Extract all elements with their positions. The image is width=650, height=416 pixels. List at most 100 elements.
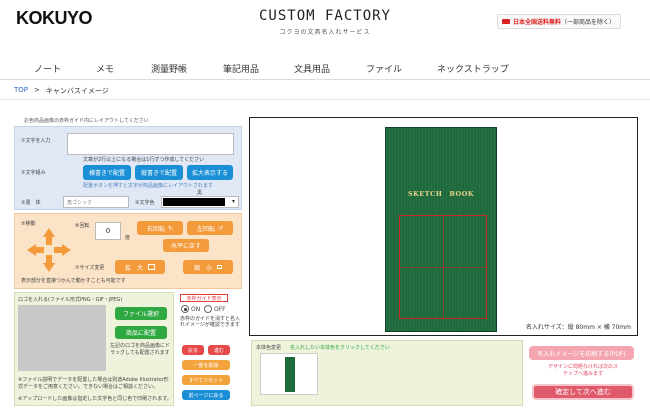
previous-page-button[interactable]: 前ページに戻る (182, 390, 230, 400)
rotate-unit: 度 (125, 235, 131, 241)
guide-hint: 赤枠のガイドを消すと名入れイメージが確認できます (180, 316, 241, 328)
breadcrumb-current: キャンバスイメージ (45, 87, 109, 95)
free-shipping-text: 日本全国送料無料 (513, 19, 562, 26)
next-step-note: デザインに問題なければ次のステップへ進みます (548, 364, 619, 377)
guide-toggle: 赤枠ガイド表示 ON OFF 赤枠のガイドを消すと名入れイメージが確認できます (178, 294, 244, 344)
notebook-thumbnail (285, 357, 295, 392)
guide-title: 赤枠ガイド表示 (180, 294, 228, 302)
rotate-cw-icon: ↻ (167, 224, 174, 232)
guide-off-radio[interactable] (204, 305, 212, 313)
move-arrows (27, 228, 71, 272)
text-panel: ①文字を入力 文章が2行以上になる場合は1行ずつ作成してください ②文字組み 横… (14, 126, 242, 210)
divider (0, 99, 650, 100)
file-select-button[interactable]: ファイル選択 (115, 307, 167, 320)
main-nav: ノート メモ 測量野帳 筆記用品 文具用品 ファイル ネックストラップ (0, 56, 650, 80)
body-color-hint: 名入れしたい本体色をクリックしてください (290, 345, 390, 351)
body-color-title: 本体色変更 (256, 345, 282, 351)
guide-off-label: OFF (214, 306, 226, 313)
drag-hint: 表示部分を直接つかんで動かすことも可能です (21, 278, 126, 284)
reset-all-button[interactable]: すべてリセット (182, 375, 230, 385)
rotate-ccw-icon: ↺ (217, 224, 224, 232)
shrink-icon (217, 265, 222, 269)
breadcrumb-home[interactable]: TOP (14, 86, 28, 96)
guide-on-radio[interactable] (181, 305, 189, 313)
free-shipping-badge[interactable]: 日本全国送料無料 （一部商品を除く） (497, 14, 621, 29)
font-select[interactable]: 角ゴシック (63, 196, 129, 208)
kokuyo-logo[interactable]: KOKUYO (16, 8, 93, 29)
confirm-next-button[interactable]: 確定して次へ進む (532, 384, 634, 400)
redo-button[interactable]: 進む (208, 345, 230, 355)
print-size-label: 名入れサイズ：縦 80mm × 横 70mm (525, 324, 631, 331)
arrow-up-icon[interactable] (43, 228, 55, 237)
font-label: ③書 体 (21, 200, 41, 206)
align-label: ②文字組み (21, 170, 46, 176)
body-color-panel: 本体色変更 名入れしたい本体色をクリックしてください (251, 340, 523, 406)
arrow-right-icon[interactable] (62, 244, 71, 256)
notebook-title: SKETCH BOOK (407, 190, 475, 198)
brand-subtitle: コクヨの文具名入れサービス (279, 29, 371, 36)
arrow-right-stem (54, 247, 62, 253)
vertical-layout-button[interactable]: 縦書きで配置 (135, 165, 183, 180)
rotate-right-label: 右回転 (146, 225, 165, 233)
size-label: ⑦サイズ変更 (75, 265, 105, 271)
print-pdf-button[interactable]: 名入れイメージを印刷する(PDF) (529, 346, 634, 360)
breadcrumb: TOP > キャンバスイメージ (14, 86, 109, 96)
nav-item-field-book[interactable]: 測量野帳 (151, 62, 187, 75)
text-input-note: 文章が2行以上になる場合は1行ずつ作成してください (83, 157, 205, 163)
free-shipping-note: （一部商品を除く） (561, 19, 616, 26)
brand-block[interactable]: CUSTOM FACTORY コクヨの文具名入れサービス (250, 8, 400, 36)
chevron-down-icon: ▾ (231, 198, 235, 205)
text-input[interactable] (67, 133, 234, 155)
color-name: 黒 (197, 190, 203, 196)
shrink-label: 縮 小 (193, 264, 212, 272)
move-label: ⑤移動 (21, 221, 36, 227)
nav-item-neck-strap[interactable]: ネックストラップ (437, 62, 509, 75)
rotate-left-label: 左回転 (196, 225, 215, 233)
rotate-label: ⑥回転 (75, 223, 90, 229)
arrow-up-stem (46, 237, 52, 245)
guide-on-label: ON (191, 306, 201, 313)
logo-panel-title: ロゴを入れる(ファイル形式PNG・GIF・JPEG) (18, 297, 123, 303)
horizontal-layout-button[interactable]: 横書きで配置 (83, 165, 131, 180)
enlarge-label: 拡 大 (124, 264, 143, 272)
rotate-right-button[interactable]: 右回転 ↻ (137, 221, 183, 235)
nav-item-writing[interactable]: 筆記用品 (223, 62, 259, 75)
logo-note-color: ※アップロードした画像は指定した文字色と同じ色で印刷されます。 (18, 396, 172, 402)
nav-item-memo[interactable]: メモ (96, 62, 114, 75)
body-color-option[interactable] (260, 353, 318, 395)
rotate-angle-input[interactable]: 0 (95, 222, 121, 240)
undo-button[interactable]: 戻る (182, 345, 204, 355)
move-panel: ⑤移動 ⑥回転 0 度 右回転 ↻ 左回転 ↺ 水平に戻す ⑦サイズ変更 拡 大 縮… (14, 213, 242, 289)
level-reset-button[interactable]: 水平に戻す (163, 239, 209, 252)
print-area-guide (399, 215, 487, 319)
color-swatch (163, 198, 225, 206)
design-canvas[interactable]: SKETCH BOOK 名入れサイズ：縦 80mm × 横 70mm (249, 117, 638, 336)
truck-icon (502, 19, 510, 24)
arrow-down-icon[interactable] (43, 263, 55, 272)
notebook-preview[interactable]: SKETCH BOOK (385, 127, 497, 332)
brand-title: CUSTOM FACTORY (258, 8, 391, 24)
logo-place-hint: 左記のロゴを商品画像にドラッグしても配置されます (110, 343, 171, 356)
arrow-left-icon[interactable] (27, 244, 36, 256)
nav-item-file[interactable]: ファイル (366, 62, 402, 75)
color-select[interactable]: ▾ (161, 196, 239, 208)
arrow-left-stem (36, 247, 44, 253)
enlarge-button[interactable]: 拡 大 (115, 260, 165, 274)
enlarge-view-button[interactable]: 拡大表示する (187, 165, 233, 180)
color-label: ④文字色 (135, 200, 155, 206)
logo-note-format: ※ファイル説明でデータを配置した場合は別途Adobe Illustrator形式… (18, 377, 169, 390)
align-hint: 配置ボタンを押すと文字が商品画像にレイアウトされます (83, 183, 214, 189)
breadcrumb-separator: > (34, 86, 40, 94)
shrink-button[interactable]: 縮 小 (183, 260, 233, 274)
text-input-label: ①文字を入力 (21, 138, 51, 144)
arrow-down-stem (46, 255, 52, 263)
rotate-left-button[interactable]: 左回転 ↺ (187, 221, 233, 235)
nav-item-stationery[interactable]: 文具用品 (294, 62, 330, 75)
logo-preview[interactable] (18, 305, 106, 371)
guide-center-horizontal (400, 267, 486, 268)
layout-instructions: お色商品画像の赤枠ガイド内にレイアウトしてください (24, 118, 149, 124)
place-logo-button[interactable]: 商品に配置 (115, 326, 167, 339)
nav-item-notebook[interactable]: ノート (34, 62, 61, 75)
partial-delete-button[interactable]: 一部を削除 (182, 360, 230, 370)
expand-icon (148, 264, 155, 270)
